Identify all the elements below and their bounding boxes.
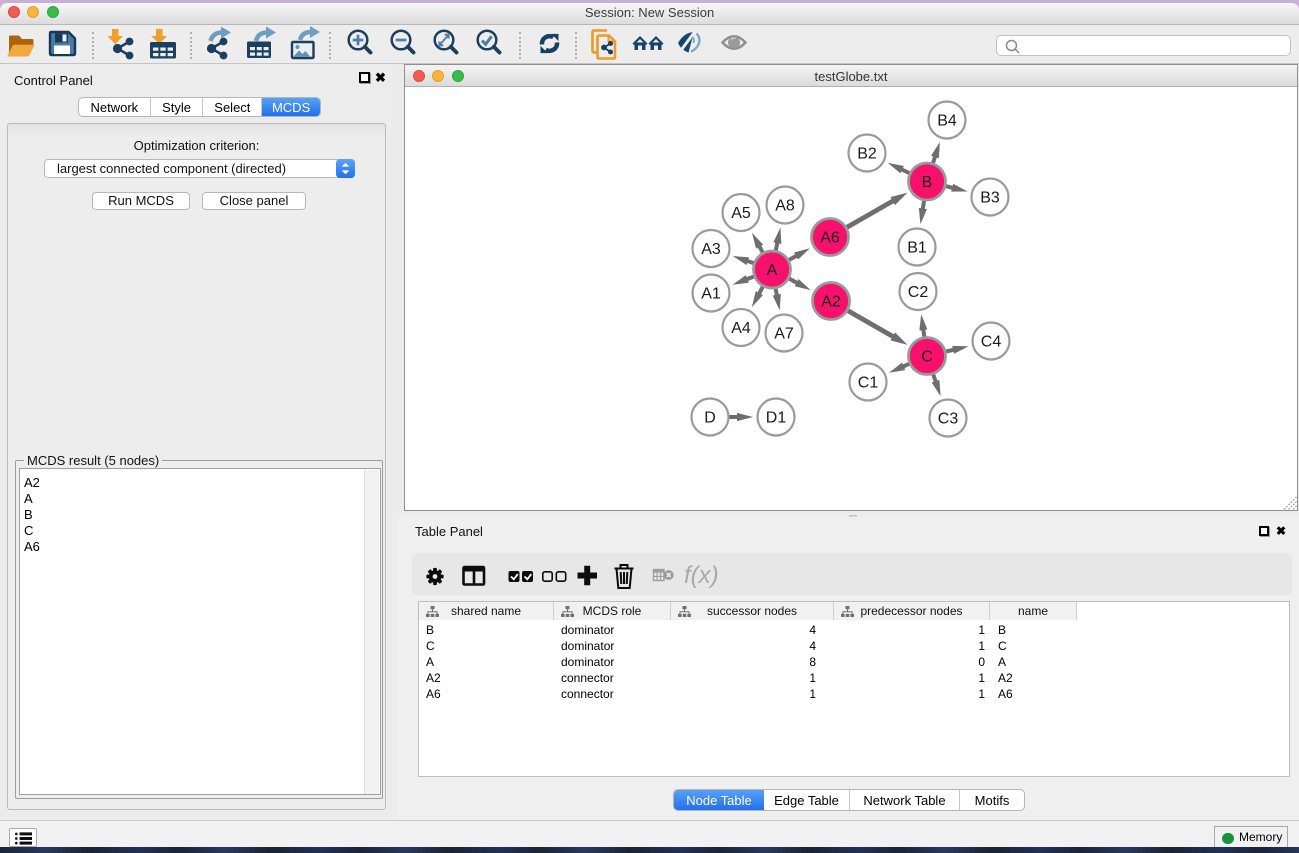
svg-text:A4: A4 [731,320,751,337]
svg-text:A5: A5 [731,205,751,222]
svg-text:A2: A2 [821,294,841,311]
svg-text:B4: B4 [937,113,957,130]
svg-text:C4: C4 [981,334,1002,351]
svg-text:A3: A3 [701,241,721,258]
svg-text:B2: B2 [857,146,877,163]
svg-text:f(x): f(x) [684,562,719,589]
svg-text:C1: C1 [858,375,879,392]
svg-text:A8: A8 [775,198,795,215]
svg-text:B1: B1 [907,240,927,257]
svg-text:C3: C3 [938,411,959,428]
svg-text:A: A [767,262,778,279]
svg-text:B3: B3 [980,190,1000,207]
svg-text:C2: C2 [908,284,929,301]
svg-text:D: D [704,410,716,427]
svg-text:D1: D1 [766,410,787,427]
svg-text:A6: A6 [820,230,840,247]
svg-text:A1: A1 [701,286,721,303]
svg-text:A7: A7 [774,326,794,343]
svg-text:C: C [921,349,933,366]
svg-text:B: B [922,174,933,191]
